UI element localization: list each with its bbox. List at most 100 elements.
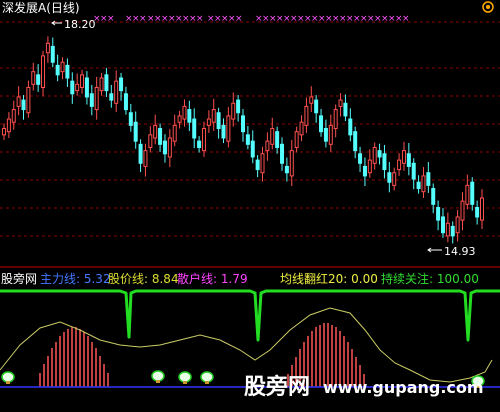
candle-body bbox=[338, 99, 343, 107]
signal-bulb-icon bbox=[200, 371, 214, 383]
chart-title: 深发展A(日线) bbox=[2, 0, 80, 15]
legend-focus: 持续关注: 100.00 bbox=[381, 271, 479, 286]
candle-body bbox=[187, 109, 192, 123]
candle-body bbox=[348, 118, 353, 136]
candle-body bbox=[460, 200, 465, 221]
candle-body bbox=[21, 99, 26, 111]
candle-body bbox=[84, 77, 89, 98]
candle-body bbox=[367, 159, 372, 174]
candle-body bbox=[445, 222, 450, 237]
candle-body bbox=[172, 124, 177, 142]
candle-body bbox=[250, 140, 255, 158]
candle-body bbox=[421, 175, 426, 193]
legend-brand: 股旁网 bbox=[1, 271, 37, 286]
candle-body bbox=[401, 150, 406, 164]
candle-body bbox=[426, 172, 431, 186]
candle-body bbox=[309, 96, 314, 104]
candle-body bbox=[431, 188, 436, 205]
marker-row: × × × × × × × × × × × × × × × × × × × × × × × × × × × × × × × × × × × × × × × ×… bbox=[93, 14, 410, 24]
candle-body bbox=[470, 181, 475, 205]
candle-body bbox=[358, 153, 363, 164]
candle-body bbox=[333, 109, 338, 130]
candle-body bbox=[206, 118, 211, 126]
candle-body bbox=[416, 181, 421, 190]
signal-bulb-base bbox=[183, 381, 187, 384]
candle-body bbox=[387, 172, 392, 183]
candle-body bbox=[133, 121, 138, 142]
signal-bulb-icon bbox=[151, 370, 165, 382]
candle-body bbox=[104, 74, 109, 92]
candle-body bbox=[343, 102, 348, 117]
price-grid bbox=[0, 21, 500, 237]
candle-body bbox=[304, 105, 309, 126]
candle-body bbox=[109, 93, 114, 101]
candle-body bbox=[275, 131, 280, 148]
low-price-label: 14.93 bbox=[444, 245, 476, 258]
candle-body bbox=[328, 124, 333, 145]
candle-body bbox=[382, 153, 387, 171]
watermark-cn: 股旁网 bbox=[244, 374, 310, 400]
candle-body bbox=[60, 61, 65, 73]
candle-body bbox=[177, 115, 182, 123]
candle-body bbox=[241, 115, 245, 133]
candle-body bbox=[436, 206, 441, 221]
candle-body bbox=[353, 131, 358, 152]
candle-body bbox=[70, 80, 75, 95]
signal-bulb-base bbox=[205, 381, 209, 384]
candle-body bbox=[406, 153, 411, 167]
candle-body bbox=[226, 115, 231, 142]
marker-x: × bbox=[139, 14, 147, 24]
candle-body bbox=[475, 206, 480, 218]
candle-body bbox=[201, 128, 206, 152]
candle-body bbox=[231, 102, 236, 120]
high-price-label: 18.20 bbox=[64, 18, 96, 31]
candle-body bbox=[41, 55, 46, 88]
candle-body bbox=[284, 165, 289, 174]
candle-body bbox=[450, 225, 455, 237]
yellow-line bbox=[0, 307, 493, 383]
candle-body bbox=[255, 159, 260, 171]
candle-body bbox=[119, 77, 124, 92]
candle-body bbox=[65, 64, 70, 79]
candle-body bbox=[138, 143, 143, 164]
candle-body bbox=[265, 140, 270, 152]
candle-body bbox=[158, 128, 163, 145]
candle-body bbox=[153, 124, 158, 139]
candle-body bbox=[167, 137, 172, 158]
candle-body bbox=[36, 74, 41, 85]
candle-body bbox=[211, 109, 216, 123]
candle-body bbox=[197, 140, 202, 148]
candle-body bbox=[294, 131, 299, 148]
signal-bulb-icon bbox=[178, 371, 192, 383]
candle-body bbox=[289, 150, 294, 177]
candle-body bbox=[99, 77, 104, 92]
candle-body bbox=[440, 216, 445, 234]
marker-x: × bbox=[235, 14, 243, 24]
candle-body bbox=[26, 86, 31, 114]
candle-body bbox=[392, 172, 397, 186]
candle-body bbox=[94, 86, 99, 111]
candle-body bbox=[182, 105, 187, 120]
high-annotation: 18.20 bbox=[51, 18, 96, 31]
candle-body bbox=[236, 99, 241, 114]
signal-bulb-base bbox=[156, 380, 160, 383]
candle-body bbox=[465, 184, 470, 205]
watermark-url: www.gupang.com bbox=[323, 378, 484, 397]
candle-body bbox=[114, 80, 119, 104]
candle-body bbox=[31, 71, 36, 85]
candle-body bbox=[372, 146, 377, 164]
candle-body bbox=[216, 112, 221, 130]
candle-body bbox=[319, 115, 324, 133]
candle-body bbox=[260, 153, 265, 174]
green-focus-line bbox=[0, 289, 500, 342]
candle-body bbox=[377, 150, 382, 158]
candle-body bbox=[362, 165, 367, 177]
candle-body bbox=[299, 121, 304, 136]
candle-body bbox=[245, 134, 250, 145]
candle-body bbox=[221, 124, 226, 139]
candle-body bbox=[411, 162, 416, 180]
indicator-legend: 股旁网 主力线: 5.32 股价线: 8.84 散户线: 1.79 均线翻红20… bbox=[1, 271, 479, 286]
candle-body bbox=[55, 64, 60, 76]
signal-bulb-icon bbox=[1, 371, 15, 383]
candle-body bbox=[270, 128, 275, 145]
